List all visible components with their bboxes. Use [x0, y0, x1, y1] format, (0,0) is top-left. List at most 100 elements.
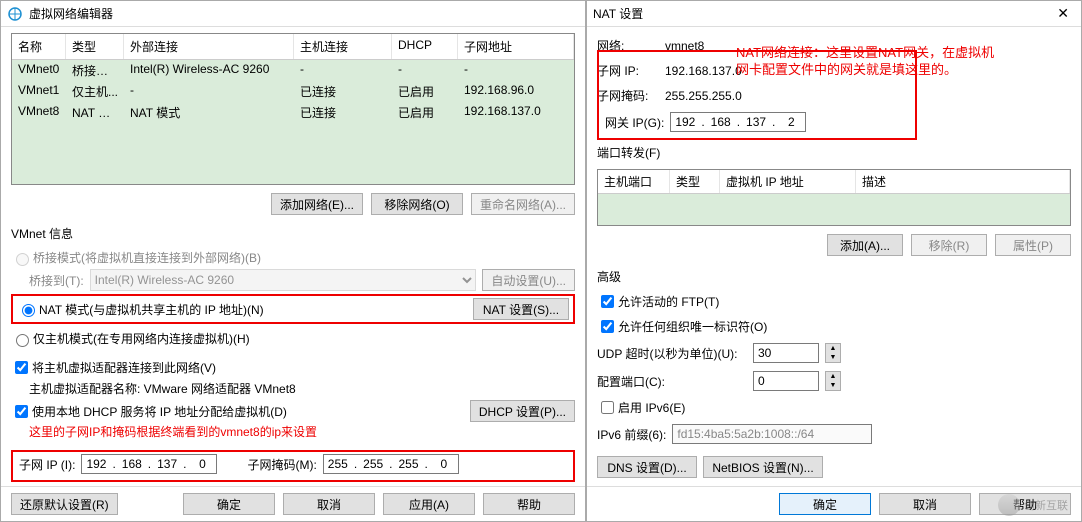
- mask-oct2[interactable]: [359, 457, 387, 471]
- ok-button[interactable]: 确定: [183, 493, 275, 515]
- subnet-ip-oct4[interactable]: [188, 457, 216, 471]
- cfgport-spinner[interactable]: ▲▼: [825, 371, 841, 391]
- gateway-label: 网关 IP(G):: [605, 114, 664, 131]
- rename-network-button: 重命名网络(A)...: [471, 193, 575, 215]
- cell-dhcp: 已启用: [392, 81, 458, 102]
- nat-settings-button[interactable]: NAT 设置(S)...: [473, 298, 569, 320]
- cancel-button[interactable]: 取消: [283, 493, 375, 515]
- col-name[interactable]: 名称: [12, 34, 66, 59]
- gateway-ip-input[interactable]: . . .: [670, 112, 806, 132]
- ipv6-checkbox[interactable]: [601, 401, 614, 414]
- ftp-checkbox[interactable]: [601, 295, 614, 308]
- subnet-ip-oct3[interactable]: [153, 457, 181, 471]
- vmnet-info-label: VMnet 信息: [11, 225, 575, 242]
- bridge-radio-label: 桥接模式(将虚拟机直接连接到外部网络)(B): [33, 249, 261, 266]
- oui-check-label: 允许任何组织唯一标识符(O): [618, 318, 767, 335]
- pf-add-button[interactable]: 添加(A)...: [827, 234, 903, 256]
- gw-oct2[interactable]: [707, 115, 735, 129]
- watermark-text: 创新互联: [1024, 497, 1068, 513]
- udp-input[interactable]: [753, 343, 819, 363]
- col-type[interactable]: 类型: [66, 34, 124, 59]
- col-host[interactable]: 主机连接: [294, 34, 392, 59]
- cell-name: VMnet0: [12, 60, 66, 81]
- table-row[interactable]: VMnet1仅主机...-已连接已启用192.168.96.0: [12, 81, 574, 102]
- add-network-button[interactable]: 添加网络(E)...: [271, 193, 363, 215]
- subnet-ip-oct1[interactable]: [82, 457, 110, 471]
- subnet-ip-label: 子网 IP (I):: [19, 456, 75, 473]
- gw-oct4[interactable]: [777, 115, 805, 129]
- cfgport-input[interactable]: [753, 371, 819, 391]
- nat-ok-button[interactable]: 确定: [779, 493, 871, 515]
- ipv6-check-label: 启用 IPv6(E): [618, 399, 685, 416]
- cell-ext: -: [124, 81, 294, 102]
- cell-dhcp: 已启用: [392, 102, 458, 123]
- pf-col-vip[interactable]: 虚拟机 IP 地址: [720, 170, 856, 193]
- pf-col-type[interactable]: 类型: [670, 170, 720, 193]
- table-row[interactable]: VMnet8NAT 模式NAT 模式已连接已启用192.168.137.0: [12, 102, 574, 123]
- pf-col-hostport[interactable]: 主机端口: [598, 170, 670, 193]
- cell-sub: -: [458, 60, 574, 81]
- bridge-radio-row[interactable]: 桥接模式(将虚拟机直接连接到外部网络)(B): [11, 249, 575, 266]
- udp-spinner[interactable]: ▲▼: [825, 343, 841, 363]
- oui-check-row[interactable]: 允许任何组织唯一标识符(O): [597, 317, 1071, 336]
- col-sub[interactable]: 子网地址: [458, 34, 574, 59]
- close-icon[interactable]: ✕: [1051, 5, 1075, 22]
- hostonly-radio-label: 仅主机模式(在专用网络内连接虚拟机)(H): [33, 330, 250, 347]
- virtual-network-editor-window: 虚拟网络编辑器 名称 类型 外部连接 主机连接 DHCP 子网地址 VMnet0…: [0, 0, 586, 522]
- nat-settings-window: NAT 设置 ✕ 网络:vmnet8 子网 IP:192.168.137.0 子…: [586, 0, 1082, 522]
- window-title: 虚拟网络编辑器: [29, 5, 579, 22]
- port-forward-label: 端口转发(F): [597, 144, 1071, 161]
- ftp-check-label: 允许活动的 FTP(T): [618, 293, 719, 310]
- subnet-ip-input[interactable]: . . .: [81, 454, 217, 474]
- cell-host: 已连接: [294, 81, 392, 102]
- annotation-subnet: 这里的子网IP和掩码根据终端看到的vmnet8的ip来设置: [29, 423, 575, 440]
- help-button[interactable]: 帮助: [483, 493, 575, 515]
- oui-checkbox[interactable]: [601, 320, 614, 333]
- dhcp-check-row[interactable]: 使用本地 DHCP 服务将 IP 地址分配给虚拟机(D) DHCP 设置(P).…: [11, 400, 575, 422]
- bridge-adapter-select: Intel(R) Wireless-AC 9260: [90, 269, 477, 291]
- mask-oct3[interactable]: [395, 457, 423, 471]
- cell-name: VMnet1: [12, 81, 66, 102]
- gw-oct1[interactable]: [671, 115, 699, 129]
- mask-oct1[interactable]: [324, 457, 352, 471]
- subnet-mask-input[interactable]: . . .: [323, 454, 459, 474]
- hostonly-radio-row[interactable]: 仅主机模式(在专用网络内连接虚拟机)(H): [11, 330, 575, 347]
- ipv6-check-row[interactable]: 启用 IPv6(E): [597, 398, 1071, 417]
- udp-label: UDP 超时(以秒为单位)(U):: [597, 345, 747, 362]
- ftp-check-row[interactable]: 允许活动的 FTP(T): [597, 292, 1071, 311]
- restore-defaults-button[interactable]: 还原默认设置(R): [11, 493, 118, 515]
- dhcp-settings-button[interactable]: DHCP 设置(P)...: [470, 400, 575, 422]
- ipv6-prefix-input: [672, 424, 872, 444]
- pf-remove-button: 移除(R): [911, 234, 987, 256]
- pf-col-desc[interactable]: 描述: [856, 170, 1070, 193]
- dhcp-checkbox[interactable]: [15, 405, 28, 418]
- chevron-up-icon: ▲: [826, 372, 840, 381]
- connect-host-label: 将主机虚拟适配器连接到此网络(V): [32, 359, 216, 376]
- table-row[interactable]: VMnet0桥接模式Intel(R) Wireless-AC 9260---: [12, 60, 574, 81]
- nat-radio[interactable]: [22, 304, 35, 317]
- hostonly-radio[interactable]: [16, 334, 29, 347]
- connect-host-check-row[interactable]: 将主机虚拟适配器连接到此网络(V): [11, 358, 575, 377]
- vmnet-table: 名称 类型 外部连接 主机连接 DHCP 子网地址 VMnet0桥接模式Inte…: [11, 33, 575, 185]
- dns-settings-button[interactable]: DNS 设置(D)...: [597, 456, 697, 478]
- subnet-mask-label: 子网掩码(M):: [247, 456, 316, 473]
- col-dhcp[interactable]: DHCP: [392, 34, 458, 59]
- apply-button[interactable]: 应用(A): [383, 493, 475, 515]
- pf-prop-button: 属性(P): [995, 234, 1071, 256]
- annotation-nat-gateway: NAT网络连接：这里设置NAT网关，在虚拟机网卡配置文件中的网关就是填这里的。: [736, 44, 1066, 78]
- titlebar-right: NAT 设置 ✕: [587, 1, 1081, 27]
- remove-network-button[interactable]: 移除网络(O): [371, 193, 463, 215]
- mask-oct4[interactable]: [430, 457, 458, 471]
- nat-cancel-button[interactable]: 取消: [879, 493, 971, 515]
- nat-window-title: NAT 设置: [593, 5, 1051, 22]
- subnet-ip-oct2[interactable]: [118, 457, 146, 471]
- gw-oct3[interactable]: [742, 115, 770, 129]
- chevron-down-icon: ▼: [826, 353, 840, 362]
- cell-sub: 192.168.137.0: [458, 102, 574, 123]
- connect-host-checkbox[interactable]: [15, 361, 28, 374]
- app-icon: [7, 6, 23, 22]
- nat-radio-row[interactable]: NAT 模式(与虚拟机共享主机的 IP 地址)(N) NAT 设置(S)...: [11, 294, 575, 324]
- col-ext[interactable]: 外部连接: [124, 34, 294, 59]
- nat-radio-label: NAT 模式(与虚拟机共享主机的 IP 地址)(N): [39, 301, 473, 318]
- netbios-settings-button[interactable]: NetBIOS 设置(N)...: [703, 456, 823, 478]
